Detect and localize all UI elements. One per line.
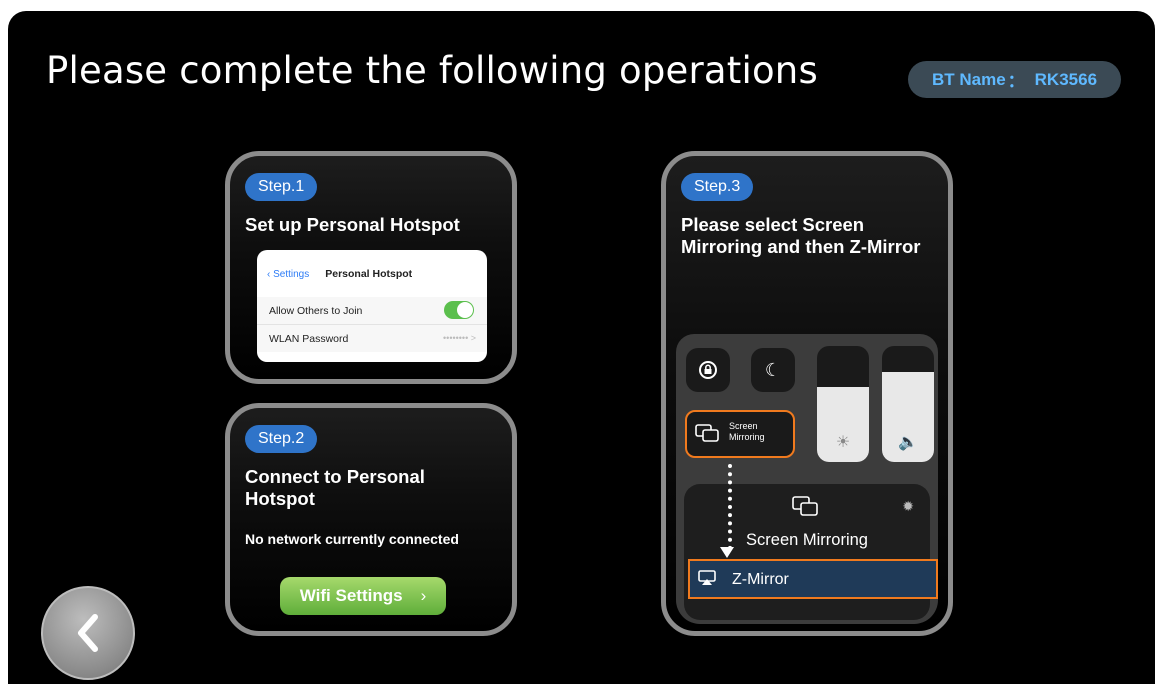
- screen-mirroring-tile-label: Screen Mirroring: [729, 421, 765, 443]
- allow-others-label: Allow Others to Join: [269, 305, 363, 317]
- settings-back-label: Settings: [273, 268, 310, 280]
- wifi-settings-label: Wifi Settings: [299, 586, 403, 605]
- step2-title: Connect to Personal Hotspot: [245, 466, 425, 509]
- dotted-guide-line: [728, 464, 732, 550]
- speaker-icon: 🔈: [898, 434, 918, 451]
- rotation-lock-icon: [686, 348, 730, 392]
- loading-spinner-icon: ✹: [902, 498, 914, 514]
- wifi-settings-button[interactable]: Wifi Settings ›: [280, 577, 446, 615]
- z-mirror-device-row: Z-Mirror: [688, 559, 938, 599]
- screen-mirroring-icon: [695, 424, 719, 447]
- arrow-down-icon: [720, 547, 734, 558]
- settings-back-link: ‹ Settings: [267, 268, 310, 280]
- allow-others-toggle: [444, 301, 474, 319]
- step3-title: Please select Screen Mirroring and then …: [681, 214, 921, 257]
- back-button[interactable]: [41, 586, 135, 680]
- bt-name-separator: ：: [1007, 72, 1025, 91]
- screen-mirroring-icon: [792, 496, 818, 522]
- step1-card: Step.1 Set up Personal Hotspot ‹ Setting…: [225, 151, 517, 384]
- tile-label-line2: Mirroring: [729, 432, 765, 442]
- brightness-slider: ☀: [817, 346, 869, 462]
- volume-slider: 🔈: [882, 346, 934, 462]
- moon-icon: ☾: [751, 348, 795, 392]
- settings-header-title: Personal Hotspot: [325, 268, 413, 280]
- page-title: Please complete the following operations: [46, 49, 818, 92]
- allow-others-row: Allow Others to Join: [257, 297, 487, 324]
- screen-mirroring-tile: Screen Mirroring: [685, 410, 795, 458]
- z-mirror-device-name: Z-Mirror: [732, 571, 789, 588]
- step2-badge: Step.2: [245, 425, 318, 453]
- chevron-right-icon: ›: [420, 586, 427, 605]
- sun-icon: ☀: [835, 434, 851, 451]
- wlan-password-value: •••••••• >: [443, 333, 476, 343]
- bt-name-badge: BT Name： RK3566: [908, 61, 1121, 98]
- step2-card: Step.2 Connect to Personal Hotspot No ne…: [225, 403, 517, 636]
- step3-badge: Step.3: [681, 173, 754, 201]
- settings-header: ‹ Settings Personal Hotspot: [267, 268, 412, 280]
- step1-badge: Step.1: [245, 173, 318, 201]
- network-status-text: No network currently connected: [245, 531, 459, 547]
- step1-title: Set up Personal Hotspot: [245, 214, 460, 235]
- control-center-illustration: ☾ ☀ 🔈 Screen Mirroring ✹ Screen Mirrorin…: [676, 334, 938, 624]
- chevron-left-icon: [78, 614, 98, 652]
- step3-card: Step.3 Please select Screen Mirroring an…: [661, 151, 953, 636]
- app-screen: Please complete the following operations…: [8, 11, 1155, 684]
- bt-name-value: RK3566: [1034, 69, 1098, 89]
- wlan-password-label: WLAN Password: [269, 333, 349, 345]
- bt-name-label: BT Name: [931, 69, 1006, 89]
- airplay-icon: [698, 570, 716, 590]
- tile-label-line1: Screen: [729, 421, 758, 431]
- wlan-password-row: WLAN Password •••••••• >: [257, 324, 487, 352]
- hotspot-settings-illustration: ‹ Settings Personal Hotspot Allow Others…: [257, 250, 487, 362]
